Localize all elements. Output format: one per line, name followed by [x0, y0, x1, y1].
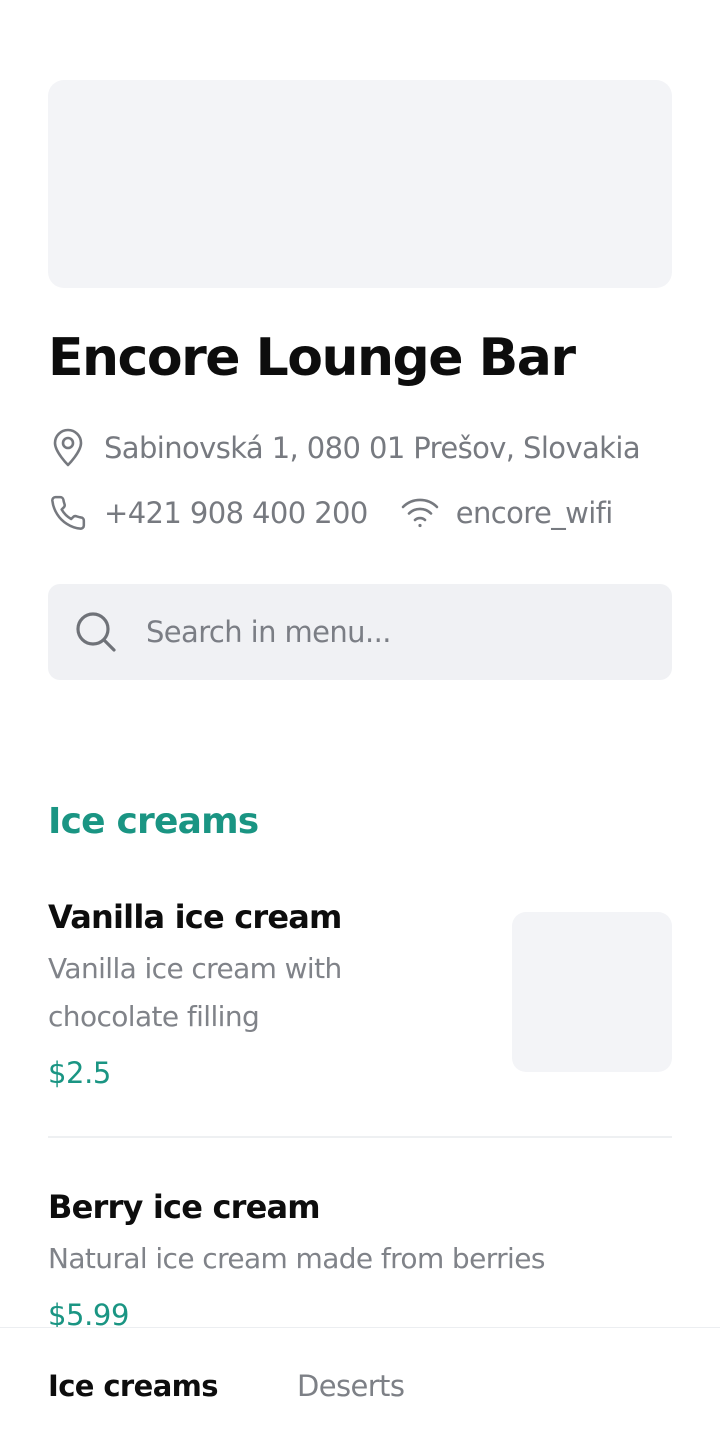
menu-search-input[interactable]: [144, 614, 648, 650]
menu-item-description: Natural ice cream made from berries: [48, 1242, 545, 1275]
menu-item-name: Berry ice cream: [48, 1188, 321, 1226]
venue-address: Sabinovská 1, 080 01 Prešov, Slovakia: [104, 431, 641, 465]
tab-deserts[interactable]: Deserts: [297, 1366, 405, 1406]
tab-ice-creams[interactable]: Ice creams: [48, 1366, 219, 1406]
venue-contact-row: +421 908 400 200 encore_wifi: [48, 493, 613, 533]
map-pin-icon: [48, 428, 88, 468]
menu-item-description: Vanilla ice cream with chocolate filling: [48, 952, 342, 1033]
venue-title: Encore Lounge Bar: [48, 328, 576, 388]
wifi-icon: [400, 493, 440, 533]
venue-address-row: Sabinovská 1, 080 01 Prešov, Slovakia: [48, 428, 641, 468]
menu-item-divider: [48, 1136, 672, 1138]
search-icon: [74, 610, 118, 654]
venue-wifi-name: encore_wifi: [455, 496, 614, 530]
menu-item-image: [512, 912, 672, 1072]
section-title-ice-creams: Ice creams: [48, 801, 259, 842]
category-tab-bar: Ice creams Deserts: [0, 1327, 720, 1440]
menu-item-name: Vanilla ice cream: [48, 898, 342, 936]
venue-cover-image: [48, 80, 672, 288]
menu-search-bar[interactable]: [48, 584, 672, 680]
venue-phone[interactable]: +421 908 400 200: [104, 496, 368, 530]
menu-item-price: $2.5: [48, 1056, 111, 1090]
phone-icon: [48, 493, 88, 533]
